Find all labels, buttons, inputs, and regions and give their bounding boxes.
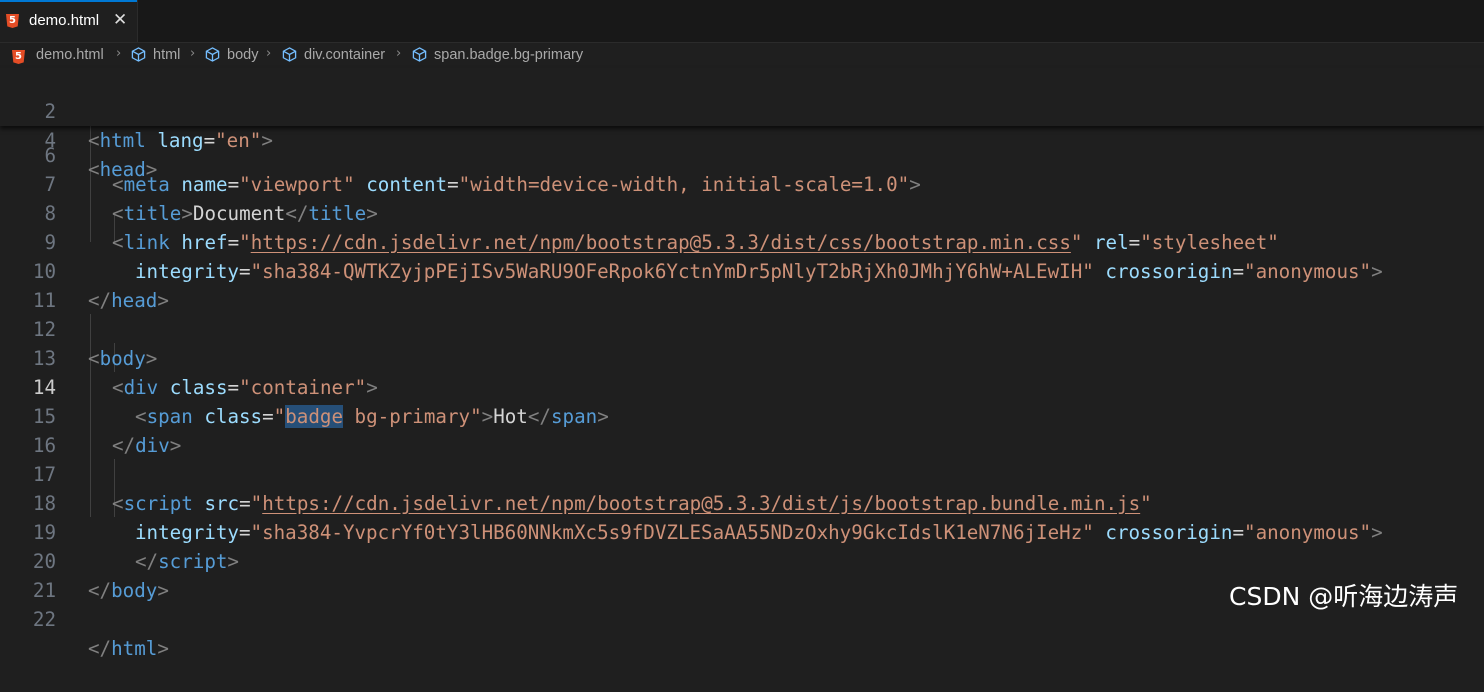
html5-icon: 5 bbox=[6, 14, 19, 28]
code-line[interactable]: 4 <head> bbox=[0, 97, 1484, 181]
code-line[interactable]: 13 <div class="container"> bbox=[0, 315, 1484, 399]
breadcrumb: 5 demo.html › html › body › div.containe… bbox=[0, 43, 1484, 69]
breadcrumb-item-div-container[interactable]: div.container bbox=[304, 47, 385, 63]
line-number: 22 bbox=[32, 608, 56, 631]
line-number: 4 bbox=[44, 129, 56, 152]
html5-icon: 5 bbox=[12, 50, 25, 64]
active-tab-indicator bbox=[0, 0, 137, 2]
tab-bar: 5 demo.html ✕ bbox=[0, 0, 1484, 43]
code-line[interactable]: 11 bbox=[0, 257, 1484, 312]
code-line[interactable]: 8 <link href="https://cdn.jsdelivr.net/n… bbox=[0, 170, 1484, 254]
chevron-right-icon: › bbox=[116, 46, 122, 61]
chevron-right-icon: › bbox=[190, 46, 196, 61]
tab-label[interactable]: demo.html bbox=[29, 12, 99, 29]
breadcrumb-item-html[interactable]: html bbox=[153, 47, 180, 63]
breadcrumb-item-body[interactable]: body bbox=[227, 47, 258, 63]
symbol-element-icon bbox=[412, 47, 427, 62]
breadcrumb-item-span-badge[interactable]: span.badge.bg-primary bbox=[434, 47, 583, 63]
code-line[interactable]: 18 integrity="sha384-YvpcrYf0tY3lHB60NNk… bbox=[0, 460, 1484, 544]
line-content: <html lang="en"> bbox=[88, 129, 273, 152]
code-line[interactable]: 10 </head> bbox=[0, 228, 1484, 312]
code-line[interactable]: 16 bbox=[0, 402, 1484, 457]
watermark: CSDN @听海边涛声 bbox=[1229, 582, 1459, 611]
code-line[interactable]: 12 <body> bbox=[0, 286, 1484, 370]
code-editor[interactable]: 2 <html lang="en"> 4 <head> 6 <meta name… bbox=[0, 68, 1484, 660]
code-line[interactable]: 9 integrity="sha384-QWTKZyjpPEjISv5WaRU9… bbox=[0, 199, 1484, 283]
close-icon[interactable]: ✕ bbox=[113, 10, 127, 30]
code-line[interactable]: 15 </div> bbox=[0, 373, 1484, 457]
symbol-element-icon bbox=[282, 47, 297, 62]
chevron-right-icon: › bbox=[396, 46, 402, 61]
code-line-active[interactable]: 14 <span class="badge bg-primary">Hot</s… bbox=[0, 344, 1484, 428]
code-line[interactable]: 21 bbox=[0, 547, 1484, 602]
line-content: <head> bbox=[88, 158, 158, 181]
line-content: </html> bbox=[88, 637, 169, 660]
tab-demo-html[interactable]: 5 demo.html ✕ bbox=[0, 0, 138, 42]
code-line[interactable]: 20 </body> bbox=[0, 518, 1484, 602]
breadcrumb-item-file[interactable]: demo.html bbox=[36, 47, 104, 63]
symbol-element-icon bbox=[131, 47, 146, 62]
symbol-element-icon bbox=[205, 47, 220, 62]
code-line[interactable]: 19 </script> bbox=[0, 489, 1484, 573]
code-line[interactable]: 2 <html lang="en"> bbox=[0, 68, 1484, 152]
chevron-right-icon: › bbox=[266, 46, 272, 61]
sticky-scroll-header[interactable]: 2 <html lang="en"> 4 <head> bbox=[0, 68, 1484, 181]
code-line[interactable]: 17 <script src="https://cdn.jsdelivr.net… bbox=[0, 431, 1484, 515]
